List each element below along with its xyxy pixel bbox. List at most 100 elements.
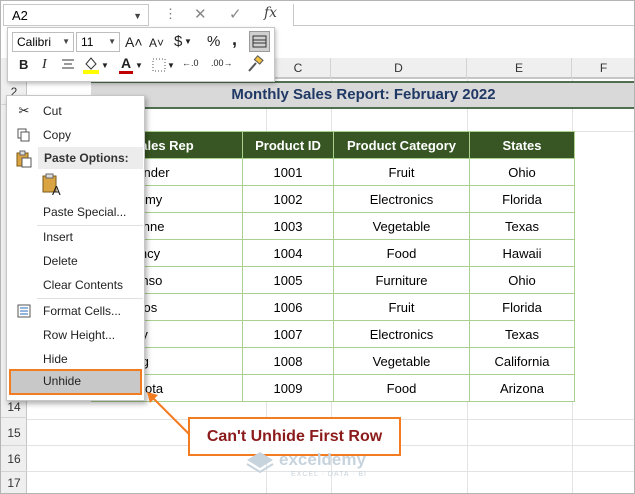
- more-dots-icon[interactable]: ⋮: [164, 6, 178, 22]
- font-size-value: 11: [81, 35, 94, 49]
- cell-product-category[interactable]: Electronics: [333, 320, 470, 348]
- cell-product-category[interactable]: Food: [333, 374, 470, 402]
- chevron-down-icon[interactable]: ▼: [184, 37, 192, 46]
- menu-item-copy[interactable]: Copy: [7, 124, 144, 146]
- row-header-17[interactable]: 17: [1, 472, 27, 493]
- table-header-row: ales Rep Product ID Product Category Sta…: [91, 131, 575, 159]
- cell-state[interactable]: California: [469, 347, 575, 375]
- format-cells-icon: [15, 300, 33, 325]
- font-size-select[interactable]: 11 ▼: [76, 32, 120, 52]
- row-header-16[interactable]: 16: [1, 446, 27, 472]
- cell-product-id[interactable]: 1003: [242, 212, 334, 240]
- cell-state[interactable]: Texas: [469, 320, 575, 348]
- clipboard-icon: [15, 150, 33, 168]
- cell-product-category[interactable]: Vegetable: [333, 212, 470, 240]
- italic-icon[interactable]: I: [42, 57, 47, 73]
- cell-product-id[interactable]: 1006: [242, 293, 334, 321]
- menu-item-row-height[interactable]: Row Height...: [7, 324, 144, 346]
- borders-dotted-icon[interactable]: [151, 57, 167, 73]
- chevron-down-icon[interactable]: ▼: [135, 61, 143, 70]
- copy-icon: [15, 124, 33, 149]
- cell-product-category[interactable]: Fruit: [333, 158, 470, 186]
- cell-state[interactable]: Florida: [469, 185, 575, 213]
- menu-item-hide[interactable]: Hide: [7, 348, 144, 370]
- format-painter-icon[interactable]: [246, 55, 264, 75]
- grow-font-icon[interactable]: A˄: [125, 34, 143, 50]
- cell-product-id[interactable]: 1002: [242, 185, 334, 213]
- cell-state[interactable]: Texas: [469, 212, 575, 240]
- cell-state[interactable]: Arizona: [469, 374, 575, 402]
- watermark-text: exceldemy: [279, 450, 366, 469]
- cell-product-id[interactable]: 1004: [242, 239, 334, 267]
- table-row: rle, Quincy 1004 Food Hawaii: [91, 239, 575, 267]
- header-product-id[interactable]: Product ID: [242, 131, 334, 159]
- cell-state[interactable]: Ohio: [469, 158, 575, 186]
- menu-item-delete[interactable]: Delete: [7, 250, 144, 272]
- column-header-e[interactable]: E: [467, 58, 572, 78]
- context-menu: ✂ Cut Copy Paste Options: A Paste Specia…: [6, 95, 145, 401]
- svg-text:A: A: [52, 183, 61, 197]
- currency-icon[interactable]: $: [174, 33, 182, 50]
- table-row: , Cheyenne 1003 Vegetable Texas: [91, 212, 575, 240]
- cell-state[interactable]: Ohio: [469, 266, 575, 294]
- watermark-tagline: EXCEL · DATA · BI: [291, 471, 367, 478]
- borders-icon[interactable]: [249, 31, 270, 52]
- menu-item-label: Format Cells...: [43, 304, 122, 318]
- decrease-decimal-icon[interactable]: .00→: [211, 58, 233, 68]
- table-row: ad, Alfonso 1005 Furniture Ohio: [91, 266, 575, 294]
- cell-product-id[interactable]: 1009: [242, 374, 334, 402]
- cell-product-category[interactable]: Fruit: [333, 293, 470, 321]
- cell-state[interactable]: Hawaii: [469, 239, 575, 267]
- paste-icon[interactable]: A: [41, 173, 65, 198]
- menu-item-format-cells[interactable]: Format Cells...: [7, 300, 144, 322]
- menu-item-unhide[interactable]: Unhide: [9, 369, 142, 395]
- column-header-c[interactable]: C: [266, 58, 331, 78]
- menu-item-label: Unhide: [43, 374, 82, 388]
- chevron-down-icon[interactable]: ▼: [133, 5, 142, 27]
- cell-product-category[interactable]: Electronics: [333, 185, 470, 213]
- cell-product-id[interactable]: 1005: [242, 266, 334, 294]
- increase-decimal-icon[interactable]: ←.0: [182, 58, 199, 68]
- font-color-letter: A: [121, 55, 132, 71]
- cell-product-category[interactable]: Furniture: [333, 266, 470, 294]
- menu-item-cut[interactable]: ✂ Cut: [7, 100, 144, 122]
- font-name-select[interactable]: Calibri ▼: [12, 32, 74, 52]
- font-color-icon[interactable]: A: [118, 55, 134, 75]
- menu-item-label: Cut: [43, 104, 62, 118]
- column-header-f[interactable]: F: [572, 58, 634, 78]
- menu-item-label: Row Height...: [43, 328, 116, 342]
- header-product-category[interactable]: Product Category: [333, 131, 470, 159]
- shrink-font-icon[interactable]: A˅: [149, 36, 164, 50]
- enter-icon[interactable]: ✓: [229, 5, 242, 23]
- align-center-icon[interactable]: [60, 57, 76, 73]
- table-row: Rice, Ivy 1007 Electronics Texas: [91, 320, 575, 348]
- chevron-down-icon[interactable]: ▼: [167, 61, 175, 70]
- table-row: z, Alexander 1001 Fruit Ohio: [91, 158, 575, 186]
- menu-item-clear-contents[interactable]: Clear Contents: [7, 274, 144, 296]
- cancel-icon[interactable]: ✕: [194, 5, 207, 23]
- menu-item-paste-special[interactable]: Paste Special...: [7, 201, 144, 223]
- menu-item-insert[interactable]: Insert: [7, 226, 144, 248]
- exceldemy-logo-icon: [245, 450, 275, 481]
- menu-item-label: Insert: [43, 230, 74, 244]
- column-header-d[interactable]: D: [331, 58, 467, 78]
- name-box[interactable]: A2 ▼: [3, 4, 149, 26]
- cell-product-id[interactable]: 1001: [242, 158, 334, 186]
- sales-table: ales Rep Product ID Product Category Sta…: [91, 131, 575, 402]
- comma-style-icon[interactable]: ,: [232, 29, 237, 50]
- fill-color-icon[interactable]: [82, 55, 100, 75]
- cell-product-category[interactable]: Food: [333, 239, 470, 267]
- header-states[interactable]: States: [469, 131, 575, 159]
- formula-input[interactable]: [293, 4, 634, 26]
- insert-function-icon[interactable]: fx: [264, 5, 277, 21]
- table-row: ne, Jeremy 1002 Electronics Florida: [91, 185, 575, 213]
- percent-icon[interactable]: %: [207, 33, 220, 50]
- cell-state[interactable]: Florida: [469, 293, 575, 321]
- bold-icon[interactable]: B: [19, 57, 28, 72]
- cell-product-id[interactable]: 1007: [242, 320, 334, 348]
- menu-item-label: Copy: [43, 128, 72, 142]
- cell-product-id[interactable]: 1008: [242, 347, 334, 375]
- row-header-15[interactable]: 15: [1, 420, 27, 446]
- cell-product-category[interactable]: Vegetable: [333, 347, 470, 375]
- chevron-down-icon[interactable]: ▼: [101, 61, 109, 70]
